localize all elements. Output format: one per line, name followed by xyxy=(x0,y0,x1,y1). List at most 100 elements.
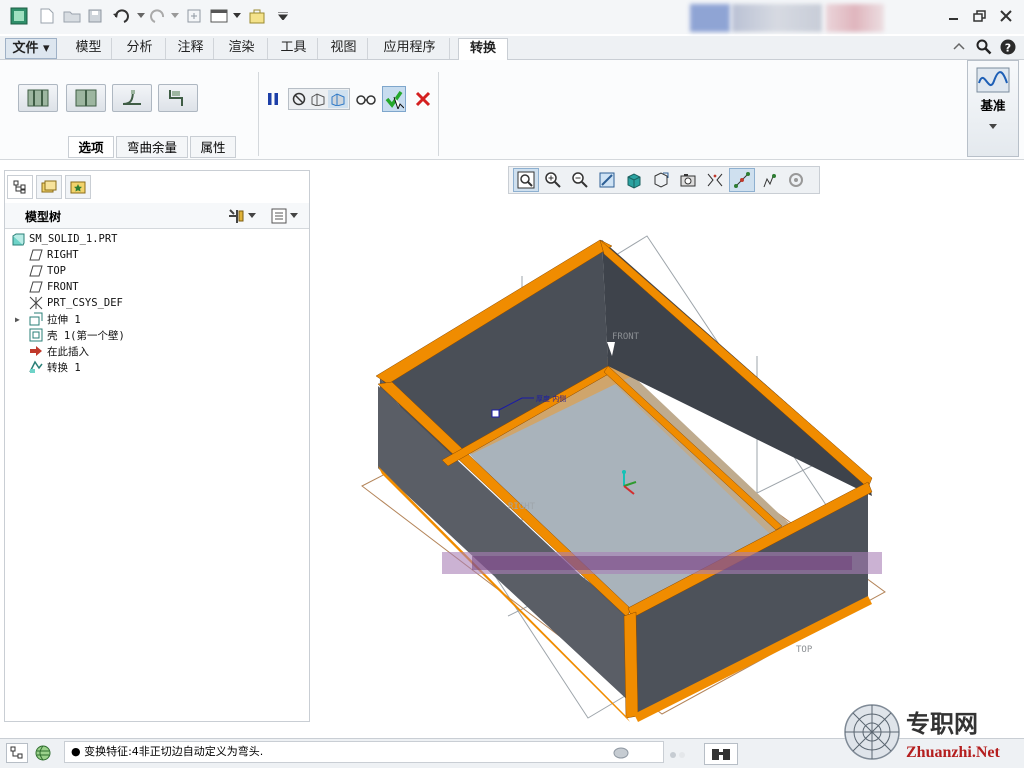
subtab-options[interactable]: 选项 xyxy=(68,136,114,158)
datum-plane-icon xyxy=(29,264,43,278)
edge-rip-button[interactable] xyxy=(66,84,106,112)
preview-mode-group xyxy=(288,88,350,110)
pause-icon[interactable] xyxy=(264,88,282,110)
tree-item-part[interactable]: SM_SOLID_1.PRT xyxy=(11,231,118,247)
tree-item-right[interactable]: RIGHT xyxy=(29,247,79,263)
folder-browser-tab[interactable] xyxy=(36,175,62,199)
save-icon[interactable] xyxy=(86,6,104,26)
tree-item-top[interactable]: TOP xyxy=(29,263,66,279)
datum-button[interactable]: 基准 xyxy=(967,60,1019,157)
model-tree-title: 模型树 xyxy=(25,210,62,224)
minimize-icon[interactable] xyxy=(944,8,964,24)
restore-icon[interactable] xyxy=(970,8,990,24)
close-window-icon[interactable] xyxy=(246,6,268,26)
subtab-bend-allowance[interactable]: 弯曲余量 xyxy=(116,136,188,158)
tab-conversion[interactable]: 转换 xyxy=(458,38,508,61)
redo-icon[interactable] xyxy=(148,6,168,26)
blurred-subtitle-band xyxy=(472,556,852,570)
watermark-logo: 专职网 Zhuanzhi.Net xyxy=(844,704,1000,761)
tab-annotate[interactable]: 注释 xyxy=(168,38,214,59)
browser-button[interactable] xyxy=(32,743,54,763)
datum-display-icon[interactable] xyxy=(729,168,755,192)
undo-icon[interactable] xyxy=(110,6,132,26)
ribbon-divider xyxy=(258,72,259,156)
ribbon-body: 选项 弯曲余量 属性 基准 xyxy=(0,60,1024,160)
ribbon-tab-bar: 文件 ▾ 模型 分析 注释 渲染 工具 视图 应用程序 转换 ? xyxy=(0,36,1024,61)
open-folder-icon[interactable] xyxy=(62,6,82,26)
datum-plane-icon xyxy=(29,280,43,294)
ok-button[interactable] xyxy=(382,86,406,112)
windows-icon[interactable] xyxy=(208,6,230,26)
corner-relief-button[interactable] xyxy=(112,84,152,112)
zoom-in-icon[interactable] xyxy=(540,168,566,192)
annotation-display-icon[interactable] xyxy=(756,168,782,192)
wall-split-button[interactable] xyxy=(18,84,58,112)
regenerate-icon[interactable] xyxy=(184,6,204,26)
refit-icon[interactable] xyxy=(513,168,539,192)
tree-item-label: 在此插入 xyxy=(47,345,89,358)
subtab-properties[interactable]: 属性 xyxy=(190,136,236,158)
tab-render[interactable]: 渲染 xyxy=(216,38,268,59)
no-preview-icon[interactable] xyxy=(290,90,308,108)
verify-glasses-icon[interactable] xyxy=(354,88,378,110)
tree-item-extrude[interactable]: ▶ 拉伸 1 xyxy=(15,311,81,327)
message-area: ● 变换特征:4非正切边自动定义为弯头. xyxy=(64,741,664,763)
show-button[interactable] xyxy=(271,207,305,225)
tree-item-label: 拉伸 1 xyxy=(47,313,81,326)
datum-plane-icon xyxy=(29,248,43,262)
model-tree-icon xyxy=(10,746,23,759)
tab-file[interactable]: 文件 ▾ xyxy=(5,38,57,59)
toggle-navigator-button[interactable] xyxy=(6,743,28,763)
favorites-tab[interactable] xyxy=(65,175,91,199)
tree-item-front[interactable]: FRONT xyxy=(29,279,79,295)
windows-dropdown-chevron-down-icon[interactable] xyxy=(232,6,242,26)
customize-toolbar-chevron-down-icon[interactable] xyxy=(276,6,290,26)
tree-item-conversion[interactable]: 转换 1 xyxy=(29,359,81,375)
minimize-ribbon-chevron-up-icon[interactable] xyxy=(952,40,968,56)
tree-settings-button[interactable] xyxy=(227,207,259,225)
tree-item-label: 壳 1(第一个壁) xyxy=(47,329,125,342)
blurred-title-region xyxy=(690,4,730,32)
expand-chevron-right-icon[interactable]: ▶ xyxy=(15,315,20,324)
zoom-out-icon[interactable] xyxy=(567,168,593,192)
tree-item-csys[interactable]: PRT_CSYS_DEF xyxy=(29,295,123,311)
redo-dropdown-chevron-down-icon[interactable] xyxy=(170,6,180,26)
close-icon[interactable] xyxy=(996,8,1016,24)
tree-item-label: SM_SOLID_1.PRT xyxy=(29,233,118,245)
csys-icon xyxy=(29,296,43,310)
insert-here-icon xyxy=(29,344,43,358)
app-logo-icon[interactable] xyxy=(8,6,30,26)
chevron-down-icon xyxy=(290,213,298,218)
tab-analysis[interactable]: 分析 xyxy=(114,38,166,59)
title-bar xyxy=(0,0,1024,34)
datum-curve-icon xyxy=(976,67,1010,96)
tab-view[interactable]: 视图 xyxy=(320,38,368,59)
tab-model[interactable]: 模型 xyxy=(66,38,112,59)
tab-tools[interactable]: 工具 xyxy=(270,38,318,59)
tab-file-label: 文件 xyxy=(12,41,39,56)
feature-preview-icon[interactable] xyxy=(328,90,348,108)
model-tree-tab[interactable] xyxy=(7,175,33,199)
geometry-preview-icon[interactable] xyxy=(308,90,328,108)
watermark-en-text: Zhuanzhi.Net xyxy=(906,744,1000,761)
help-icon[interactable]: ? xyxy=(1000,39,1018,57)
graphics-window[interactable]: 厚度 内侧 FRONT RIGHT TOP xyxy=(312,196,1024,736)
tree-item-insert-here[interactable]: 在此插入 xyxy=(29,343,89,359)
tree-item-shell[interactable]: 壳 1(第一个壁) xyxy=(29,327,125,343)
undo-dropdown-chevron-down-icon[interactable] xyxy=(136,6,146,26)
view-manager-icon[interactable] xyxy=(675,168,701,192)
perspective-icon[interactable] xyxy=(702,168,728,192)
repaint-icon[interactable] xyxy=(594,168,620,192)
saved-orientations-icon[interactable] xyxy=(648,168,674,192)
model-tree-header: 模型树 xyxy=(5,203,309,229)
find-button[interactable] xyxy=(704,743,738,765)
spin-center-icon[interactable] xyxy=(783,168,809,192)
cancel-button[interactable] xyxy=(412,88,434,110)
front-datum-label: FRONT xyxy=(612,332,640,342)
new-file-icon[interactable] xyxy=(38,6,56,26)
display-style-icon[interactable] xyxy=(621,168,647,192)
connect-button[interactable] xyxy=(158,84,198,112)
tab-applications[interactable]: 应用程序 xyxy=(370,38,450,59)
svg-text:?: ? xyxy=(1005,42,1011,55)
search-icon[interactable] xyxy=(976,39,994,57)
